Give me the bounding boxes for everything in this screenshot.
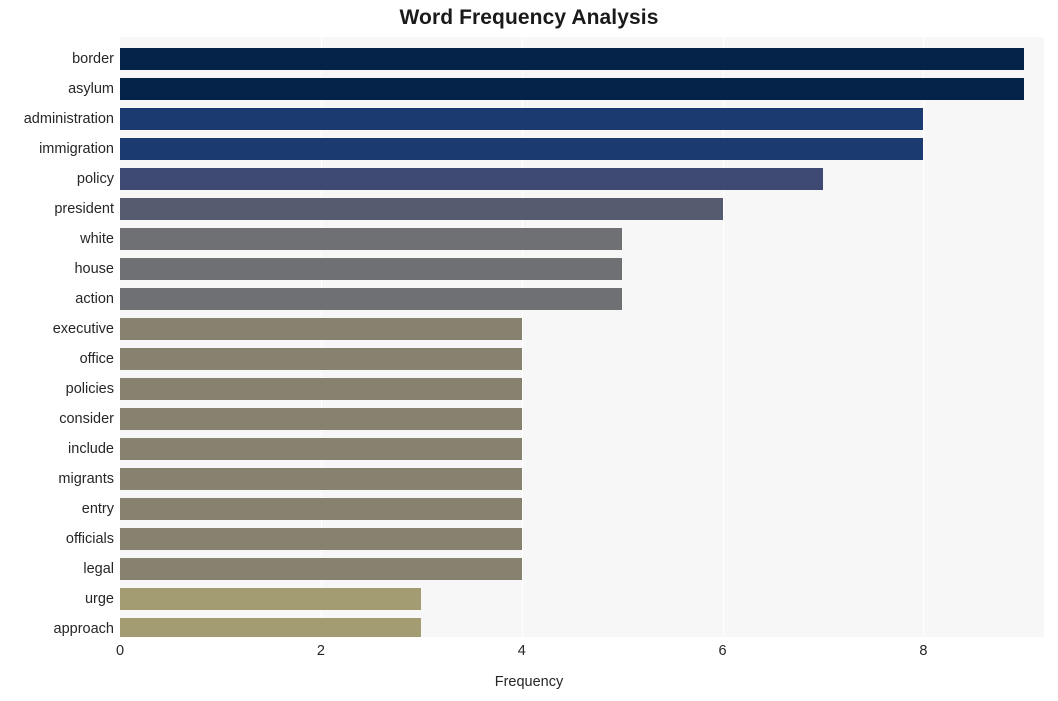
bar-house[interactable] (120, 258, 623, 280)
y-tick-label-immigration: immigration (39, 141, 114, 157)
bar-action[interactable] (120, 288, 623, 310)
bar-entry[interactable] (120, 498, 522, 520)
bar-row[interactable] (120, 408, 1044, 430)
bar-white[interactable] (120, 228, 623, 250)
bar-row[interactable] (120, 558, 1044, 580)
y-tick-label-entry: entry (81, 501, 114, 517)
bar-urge[interactable] (120, 588, 422, 610)
x-tick-label-6: 6 (718, 643, 727, 659)
bar-row[interactable] (120, 588, 1044, 610)
bar-row[interactable] (120, 378, 1044, 400)
bar-migrants[interactable] (120, 468, 522, 490)
x-axis-title: Frequency (494, 674, 564, 690)
y-tick-label-president: president (54, 201, 114, 217)
bar-policy[interactable] (120, 168, 824, 190)
bar-immigration[interactable] (120, 138, 924, 160)
bar-row[interactable] (120, 198, 1044, 220)
bar-row[interactable] (120, 468, 1044, 490)
bar-approach[interactable] (120, 618, 422, 637)
y-tick-label-border: border (72, 51, 114, 67)
word-frequency-chart: Word Frequency Analysis border asylum admi… (0, 0, 1058, 701)
x-axis-tick-labels: 0 2 4 6 8 (0, 643, 1058, 667)
bar-asylum[interactable] (120, 78, 1024, 100)
bar-legal[interactable] (120, 558, 522, 580)
plot-area (120, 37, 1044, 637)
y-tick-label-office: office (79, 351, 114, 367)
bar-row[interactable] (120, 318, 1044, 340)
bar-row[interactable] (120, 138, 1044, 160)
bar-row[interactable] (120, 168, 1044, 190)
x-tick-label-0: 0 (115, 643, 125, 659)
bar-consider[interactable] (120, 408, 522, 430)
bar-executive[interactable] (120, 318, 522, 340)
bar-row[interactable] (120, 48, 1044, 70)
bar-row[interactable] (120, 78, 1044, 100)
y-tick-label-policy: policy (76, 171, 114, 187)
y-tick-label-officials: officials (65, 531, 114, 547)
y-tick-label-legal: legal (83, 561, 114, 577)
bar-row[interactable] (120, 258, 1044, 280)
chart-title: Word Frequency Analysis (399, 6, 659, 29)
y-tick-label-approach: approach (53, 621, 114, 637)
y-tick-label-consider: consider (59, 411, 114, 427)
y-tick-label-administration: administration (23, 111, 114, 127)
y-tick-label-asylum: asylum (68, 81, 114, 97)
y-tick-label-include: include (68, 441, 114, 457)
y-tick-label-migrants: migrants (58, 471, 114, 487)
bar-row[interactable] (120, 528, 1044, 550)
bar-row[interactable] (120, 438, 1044, 460)
bar-row[interactable] (120, 498, 1044, 520)
bar-row[interactable] (120, 108, 1044, 130)
bar-policies[interactable] (120, 378, 522, 400)
y-tick-label-house: house (74, 261, 114, 277)
y-axis-tick-labels: border asylum administration immigration pol… (0, 37, 114, 637)
bar-row[interactable] (120, 288, 1044, 310)
x-tick-label-8: 8 (919, 643, 928, 659)
x-tick-label-2: 2 (316, 643, 325, 659)
y-tick-label-executive: executive (52, 321, 114, 337)
bar-row[interactable] (120, 618, 1044, 637)
y-tick-label-action: action (75, 291, 114, 307)
y-tick-label-white: white (80, 231, 114, 247)
bar-administration[interactable] (120, 108, 924, 130)
bar-border[interactable] (120, 48, 1024, 70)
y-tick-label-urge: urge (84, 591, 114, 607)
bar-office[interactable] (120, 348, 522, 370)
x-tick-label-4: 4 (517, 643, 526, 659)
bar-row[interactable] (120, 348, 1044, 370)
bar-include[interactable] (120, 438, 522, 460)
bar-officials[interactable] (120, 528, 522, 550)
bar-row[interactable] (120, 228, 1044, 250)
bar-president[interactable] (120, 198, 723, 220)
y-tick-label-policies: policies (65, 381, 114, 397)
